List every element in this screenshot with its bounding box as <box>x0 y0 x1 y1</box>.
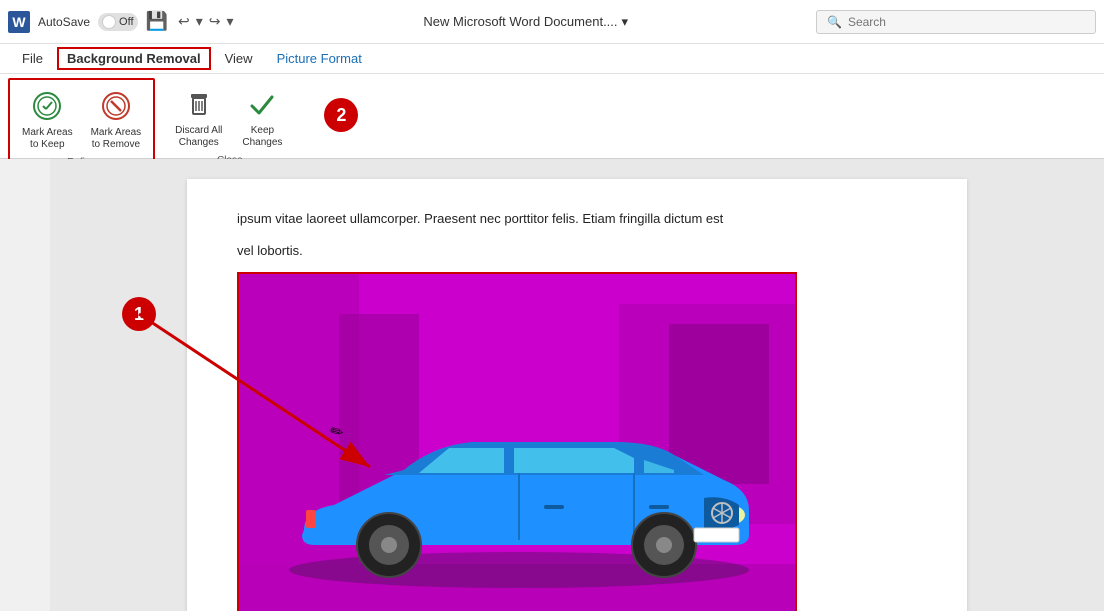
keep-changes-label: KeepChanges <box>242 125 282 149</box>
menubar: File Background Removal View Picture For… <box>0 44 1104 74</box>
keep-changes-button[interactable]: KeepChanges <box>232 82 292 153</box>
ribbon-group-close: Discard AllChanges KeepChanges Close <box>159 78 300 170</box>
menu-picture-format[interactable]: Picture Format <box>267 47 372 70</box>
redo-button[interactable]: ↪ <box>207 11 223 32</box>
mark-remove-icon <box>98 88 134 124</box>
mark-remove-label: Mark Areasto Remove <box>91 127 142 151</box>
menu-file[interactable]: File <box>12 47 53 70</box>
search-input[interactable] <box>848 15 1085 29</box>
undo-button[interactable]: ↩ <box>176 11 192 32</box>
autosave-label: AutoSave <box>38 15 90 29</box>
doc-title: New Microsoft Word Document.... ▾ <box>243 14 808 30</box>
step2-badge: 2 <box>324 88 358 132</box>
mark-keep-icon <box>29 88 65 124</box>
mark-areas-keep-button[interactable]: Mark Areasto Keep <box>14 84 81 155</box>
doc-text-1: ipsum vitae laoreet ullamcorper. Praesen… <box>237 209 917 229</box>
search-box[interactable]: 🔍 <box>816 10 1096 34</box>
doc-sidebar <box>0 159 50 611</box>
save-button[interactable]: 💾 <box>146 11 168 32</box>
discard-icon <box>181 86 217 122</box>
discard-label: Discard AllChanges <box>175 125 222 149</box>
step1-badge: 1 <box>122 297 156 331</box>
doc-page: ipsum vitae laoreet ullamcorper. Praesen… <box>187 179 967 611</box>
menu-view[interactable]: View <box>215 47 263 70</box>
search-icon: 🔍 <box>827 15 842 29</box>
doc-area: ipsum vitae laoreet ullamcorper. Praesen… <box>0 159 1104 611</box>
car-background: ✏ <box>239 274 795 611</box>
step2-circle: 2 <box>324 98 358 132</box>
keep-changes-icon <box>244 86 280 122</box>
doc-content: ipsum vitae laoreet ullamcorper. Praesen… <box>50 159 1104 611</box>
undo-redo-group: ↩ ▾ ↪ ▾ <box>176 11 236 32</box>
doc-text-2: vel lobortis. <box>237 241 917 261</box>
undo-dropdown[interactable]: ▾ <box>194 11 205 32</box>
more-button[interactable]: ▾ <box>224 11 235 32</box>
word-logo: W <box>8 11 30 33</box>
car-svg <box>274 370 764 610</box>
step1-circle: 1 <box>122 297 156 331</box>
discard-changes-button[interactable]: Discard AllChanges <box>167 82 230 153</box>
doc-image[interactable]: ✏ <box>237 272 797 611</box>
ribbon: Mark Areasto Keep Mark Areasto Remove Re… <box>0 74 1104 159</box>
autosave-toggle[interactable]: Off <box>98 13 137 31</box>
toggle-state-label: Off <box>119 16 133 28</box>
toggle-knob <box>102 15 116 29</box>
mark-keep-label: Mark Areasto Keep <box>22 127 73 151</box>
mark-areas-remove-button[interactable]: Mark Areasto Remove <box>83 84 150 155</box>
menu-background-removal[interactable]: Background Removal <box>57 47 211 70</box>
titlebar: W AutoSave Off 💾 ↩ ▾ ↪ ▾ New Microsoft W… <box>0 0 1104 44</box>
